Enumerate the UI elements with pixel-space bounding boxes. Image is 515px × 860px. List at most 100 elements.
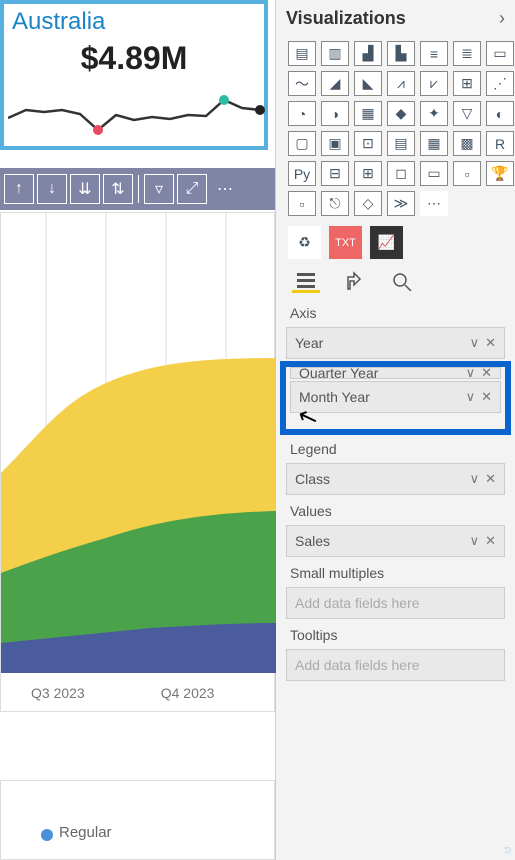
filter-icon[interactable]: ▿: [144, 174, 174, 204]
viz-gauge[interactable]: ◐: [486, 101, 514, 126]
values-field-sales[interactable]: Sales ∨ ✕: [286, 525, 505, 557]
viz-clustered-bar[interactable]: ▥: [321, 41, 349, 66]
viz-power-automate[interactable]: ⎋: [321, 191, 349, 216]
viz-qna[interactable]: ◻: [387, 161, 415, 186]
highlight-rectangle: Quarter Year ∨✕ Month Year ∨✕ ↖: [280, 361, 511, 435]
field-label: Year: [295, 335, 323, 351]
chevron-down-icon[interactable]: ∨: [466, 367, 476, 379]
small-multiples-section-label: Small multiples: [276, 559, 515, 585]
viz-area[interactable]: ◢: [321, 71, 349, 96]
viz-kpi[interactable]: ⊡: [354, 131, 382, 156]
viz-matrix[interactable]: ▩: [453, 131, 481, 156]
stacked-area-chart[interactable]: Q3 2023 Q4 2023: [0, 212, 275, 712]
fields-tab[interactable]: [292, 269, 320, 293]
remove-field-icon[interactable]: ✕: [481, 389, 492, 405]
x-axis-labels: Q3 2023 Q4 2023: [1, 685, 274, 701]
tooltips-section-label: Tooltips: [276, 621, 515, 647]
kpi-sparkline: [8, 90, 268, 140]
viz-stacked-column-100[interactable]: ≣: [453, 41, 481, 66]
viz-pie[interactable]: ◔: [288, 101, 316, 126]
sort-toggle-icon[interactable]: ⇅: [103, 174, 133, 204]
viz-map[interactable]: ◆: [387, 101, 415, 126]
viz-clustered-column[interactable]: ▙: [387, 41, 415, 66]
axis-field-quarter-year[interactable]: Quarter Year ∨ ✕: [290, 367, 501, 379]
viz-stacked-area[interactable]: ◣: [354, 71, 382, 96]
remove-field-icon[interactable]: ✕: [485, 335, 496, 351]
viz-smart-narrative[interactable]: ▭: [420, 161, 448, 186]
viz-ai-visual[interactable]: 📈: [370, 226, 403, 259]
visualizations-panel: Visualizations › ▤▥▟▙≡≣▭〜◢◣⩘⩗⊞⋰◔◑▦◆✦▽◐▢▣…: [275, 0, 515, 860]
chevron-down-icon[interactable]: ∨: [470, 335, 480, 351]
more-icon[interactable]: ⋯: [210, 174, 240, 204]
chevron-down-icon[interactable]: ∨: [470, 471, 480, 487]
viz-decomposition[interactable]: ⊞: [354, 161, 382, 186]
legend-field-class[interactable]: Class ∨ ✕: [286, 463, 505, 495]
sort-all-desc-icon[interactable]: ⇊: [70, 174, 100, 204]
kpi-title: Australia: [4, 4, 264, 40]
viz-multi-row-card[interactable]: ▣: [321, 131, 349, 156]
axis-field-year[interactable]: Year ∨ ✕: [286, 327, 505, 359]
viz-stacked-bar-100[interactable]: ≡: [420, 41, 448, 66]
field-label: Class: [295, 471, 330, 487]
axis-section-label: Axis: [276, 299, 515, 325]
viz-r-visual[interactable]: R: [486, 131, 514, 156]
viz-line[interactable]: 〜: [288, 71, 316, 96]
viz-refresh-visual[interactable]: ♻: [288, 226, 321, 259]
viz-slicer[interactable]: ▤: [387, 131, 415, 156]
viz-stacked-bar[interactable]: ▤: [288, 41, 316, 66]
viz-scatter[interactable]: ⋰: [486, 71, 514, 96]
legend-visual[interactable]: Regular: [0, 780, 275, 860]
area-chart-svg: [1, 213, 276, 683]
viz-line-stacked[interactable]: ⩗: [420, 71, 448, 96]
viz-line-clustered[interactable]: ⩘: [387, 71, 415, 96]
x-tick: Q4 2023: [161, 685, 215, 701]
kpi-card-australia[interactable]: Australia $4.89M: [0, 0, 268, 150]
viz-txt-visual[interactable]: TXT: [329, 226, 362, 259]
viz-power-apps[interactable]: ◇: [354, 191, 382, 216]
viz-card[interactable]: ▢: [288, 131, 316, 156]
viz-donut[interactable]: ◑: [321, 101, 349, 126]
custom-visual-row: ♻TXT📈: [276, 226, 515, 267]
viz-ribbon[interactable]: ▭: [486, 41, 514, 66]
toolbar-sep: [138, 175, 139, 203]
values-section-label: Values: [276, 497, 515, 523]
viz-stacked-column[interactable]: ▟: [354, 41, 382, 66]
analytics-tab[interactable]: [388, 269, 416, 293]
visual-toolbar: ↑ ↓ ⇊ ⇅ ▿ ⤢ ⋯: [0, 168, 275, 210]
axis-field-month-year[interactable]: Month Year ∨✕: [290, 381, 501, 413]
chevron-down-icon[interactable]: ∨: [470, 533, 480, 549]
viz-paginated[interactable]: ▫: [453, 161, 481, 186]
viz-report[interactable]: ▫: [288, 191, 316, 216]
viz-filled-map[interactable]: ✦: [420, 101, 448, 126]
focus-icon[interactable]: ⤢: [177, 174, 207, 204]
viz-table[interactable]: ▦: [420, 131, 448, 156]
chevron-down-icon[interactable]: ∨: [466, 389, 476, 405]
viz-trophy[interactable]: 🏆: [486, 161, 514, 186]
panel-tabs: [276, 267, 515, 299]
viz-python[interactable]: Py: [288, 161, 316, 186]
kpi-value: $4.89M: [4, 40, 264, 77]
field-label: Sales: [295, 533, 330, 549]
collapse-panel-icon[interactable]: ›: [499, 8, 505, 29]
viz-treemap[interactable]: ▦: [354, 101, 382, 126]
viz-ellipsis[interactable]: ⋯: [420, 191, 448, 216]
x-tick: Q3 2023: [31, 685, 85, 701]
viz-funnel[interactable]: ▽: [453, 101, 481, 126]
remove-field-icon[interactable]: ✕: [481, 367, 492, 379]
remove-field-icon[interactable]: ✕: [485, 471, 496, 487]
legend-dot: [41, 829, 53, 841]
small-multiples-dropzone[interactable]: Add data fields here: [286, 587, 505, 619]
remove-field-icon[interactable]: ✕: [485, 533, 496, 549]
viz-more-visuals[interactable]: ≫: [387, 191, 415, 216]
panel-title: Visualizations: [286, 8, 406, 29]
field-label: Quarter Year: [299, 367, 378, 379]
format-tab[interactable]: [340, 269, 368, 293]
placeholder-text: Add data fields here: [295, 657, 420, 673]
viz-key-influencers[interactable]: ⊟: [321, 161, 349, 186]
placeholder-text: Add data fields here: [295, 595, 420, 611]
sort-desc-icon[interactable]: ↓: [37, 174, 67, 204]
report-canvas: Australia $4.89M ↑ ↓ ⇊ ⇅ ▿ ⤢ ⋯: [0, 0, 275, 860]
tooltips-dropzone[interactable]: Add data fields here: [286, 649, 505, 681]
sort-asc-icon[interactable]: ↑: [4, 174, 34, 204]
viz-waterfall[interactable]: ⊞: [453, 71, 481, 96]
